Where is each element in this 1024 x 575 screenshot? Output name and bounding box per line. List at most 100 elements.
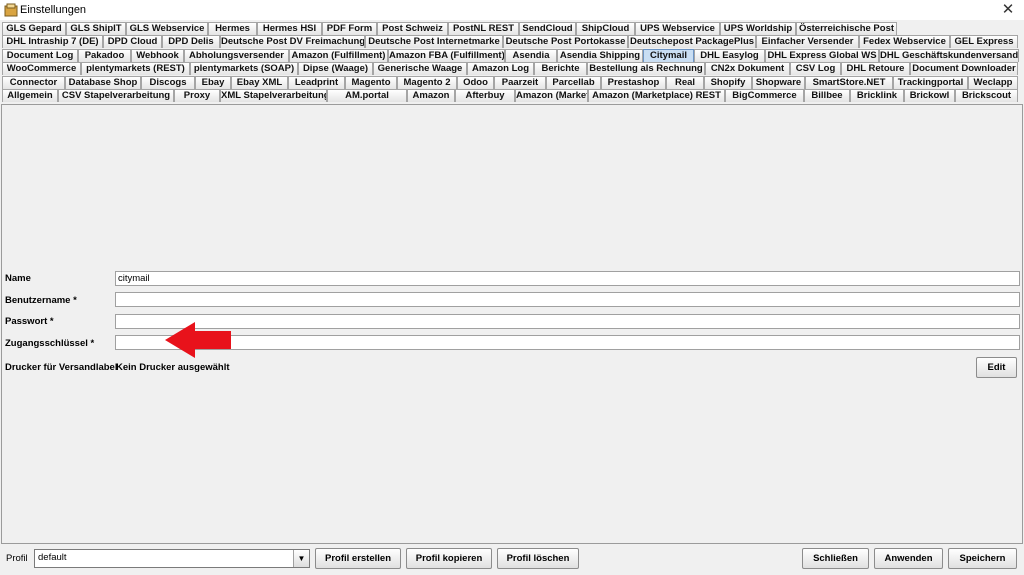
close-window-button[interactable]: ✕ [996, 1, 1020, 19]
save-button[interactable]: Speichern [948, 548, 1017, 569]
tab-leadprint[interactable]: Leadprint [288, 76, 345, 89]
tab-bigcommerce[interactable]: BigCommerce [725, 89, 804, 102]
tab-parcellab[interactable]: Parcellab [546, 76, 601, 89]
tab-trackingportal[interactable]: Trackingportal [893, 76, 968, 89]
tab-pakadoo[interactable]: Pakadoo [78, 49, 131, 62]
tab-asendia[interactable]: Asendia [505, 49, 557, 62]
tab-deutsche-post-portokasse[interactable]: Deutsche Post Portokasse [503, 35, 628, 48]
copy-profile-button[interactable]: Profil kopieren [406, 548, 492, 569]
tab-asendia-shipping[interactable]: Asendia Shipping [557, 49, 643, 62]
chevron-down-icon[interactable]: ▼ [293, 550, 309, 567]
tab-woocommerce[interactable]: WooCommerce [2, 62, 81, 75]
tab-afterbuy[interactable]: Afterbuy [455, 89, 515, 102]
red-arrow-annotation [165, 322, 231, 358]
tab-amazon-fulfillment-[interactable]: Amazon (Fulfillment) [289, 49, 388, 62]
tab-real[interactable]: Real [666, 76, 704, 89]
tab-dhl-easylog[interactable]: DHL Easylog [694, 49, 765, 62]
tab-shopware[interactable]: Shopware [752, 76, 805, 89]
tab-odoo[interactable]: Odoo [457, 76, 494, 89]
tab-ups-webservice[interactable]: UPS Webservice [635, 22, 720, 35]
tab-ups-worldship[interactable]: UPS Worldship [720, 22, 796, 35]
tab-plentymarkets-soap-[interactable]: plentymarkets (SOAP) [190, 62, 298, 75]
tab-deutsche-post-dv-freimachung[interactable]: Deutsche Post DV Freimachung [220, 35, 365, 48]
create-profile-button[interactable]: Profil erstellen [315, 548, 401, 569]
tab-gls-webservice[interactable]: GLS Webservice [126, 22, 208, 35]
tab-document-downloader[interactable]: Document Downloader [910, 62, 1018, 75]
tab-hermes[interactable]: Hermes [208, 22, 257, 35]
password-field[interactable] [115, 314, 1020, 329]
tab-shipcloud[interactable]: ShipCloud [576, 22, 635, 35]
tab-amazon-marketplace-rest[interactable]: Amazon (Marketplace) REST [588, 89, 725, 102]
tab-abholungsversender[interactable]: Abholungsversender [184, 49, 289, 62]
tab-document-log[interactable]: Document Log [2, 49, 78, 62]
tab-dpd-cloud[interactable]: DPD Cloud [103, 35, 162, 48]
tab-berichte[interactable]: Berichte [534, 62, 587, 75]
tab-csv-log[interactable]: CSV Log [790, 62, 841, 75]
tab-citymail[interactable]: Citymail [643, 49, 694, 62]
tab-webhook[interactable]: Webhook [131, 49, 184, 62]
tab-amazon-marketplace-[interactable]: Amazon (Marketplace) [515, 89, 588, 102]
name-label: Name [5, 273, 31, 284]
tab-dhl-express-global-ws[interactable]: DHL Express Global WS [765, 49, 879, 62]
tab-database-shop[interactable]: Database Shop [65, 76, 141, 89]
tab-dhl-retoure[interactable]: DHL Retoure [841, 62, 910, 75]
tab-discogs[interactable]: Discogs [141, 76, 195, 89]
tab-smartstore-net[interactable]: SmartStore.NET [805, 76, 893, 89]
tab-bestellung-als-rechnung[interactable]: Bestellung als Rechnung [587, 62, 705, 75]
tab-amazon-fba-fulfillment-[interactable]: Amazon FBA (Fulfillment) [388, 49, 505, 62]
tab-dpd-delis[interactable]: DPD Delis [162, 35, 220, 48]
tab-post-schweiz[interactable]: Post Schweiz [377, 22, 448, 35]
tab-shopify[interactable]: Shopify [704, 76, 752, 89]
profile-value: default [38, 552, 67, 563]
tab-brickowl[interactable]: Brickowl [904, 89, 955, 102]
tab-row: DHL Intraship 7 (DE) DPD Cloud DPD Delis De… [0, 35, 1024, 49]
tab-row: GLS Gepard GLS ShipIT GLS Webservice Hermes… [0, 22, 1024, 36]
tab-connector[interactable]: Connector [2, 76, 65, 89]
delete-profile-button[interactable]: Profil löschen [497, 548, 579, 569]
profile-select[interactable]: default ▼ [34, 549, 310, 568]
tab-dhl-geschäftskundenversand[interactable]: DHL Geschäftskundenversand [879, 49, 1019, 62]
tab-generische-waage[interactable]: Generische Waage [373, 62, 467, 75]
tab-prestashop[interactable]: Prestashop [601, 76, 666, 89]
tab-ebay-xml[interactable]: Ebay XML [231, 76, 288, 89]
tab-hermes-hsi[interactable]: Hermes HSI [257, 22, 322, 35]
tab-gel-express[interactable]: GEL Express [950, 35, 1018, 48]
tab-cn2x-dokument[interactable]: CN2x Dokument [705, 62, 790, 75]
window-title: Einstellungen [20, 4, 87, 16]
tab-deutschepost-packageplus[interactable]: Deutschepost PackagePlus [628, 35, 756, 48]
tab-brickscout[interactable]: Brickscout [955, 89, 1018, 102]
username-label: Benutzername * [5, 295, 77, 306]
apply-button[interactable]: Anwenden [874, 548, 943, 569]
tab-dhl-intraship-7-de-[interactable]: DHL Intraship 7 (DE) [2, 35, 103, 48]
tab-csv-stapelverarbeitung[interactable]: CSV Stapelverarbeitung [58, 89, 174, 102]
edit-printer-button[interactable]: Edit [976, 357, 1017, 378]
tab-fedex-webservice[interactable]: Fedex Webservice [859, 35, 950, 48]
tab-ebay[interactable]: Ebay [195, 76, 231, 89]
tab-pdf-form[interactable]: PDF Form [322, 22, 377, 35]
tab-amazon-log[interactable]: Amazon Log [467, 62, 534, 75]
username-field[interactable] [115, 292, 1020, 307]
tab-am-portal[interactable]: AM.portal [327, 89, 407, 102]
close-button[interactable]: Schließen [802, 548, 869, 569]
name-field[interactable]: citymail [115, 271, 1020, 286]
tab-dipse-waage-[interactable]: Dipse (Waage) [298, 62, 373, 75]
tab-gls-shipit[interactable]: GLS ShipIT [66, 22, 126, 35]
tab-amazon[interactable]: Amazon [407, 89, 455, 102]
tab-plentymarkets-rest-[interactable]: plentymarkets (REST) [81, 62, 190, 75]
tab-magento[interactable]: Magento [345, 76, 397, 89]
tab-bricklink[interactable]: Bricklink [850, 89, 904, 102]
tab-xml-stapelverarbeitung[interactable]: XML Stapelverarbeitung [220, 89, 327, 102]
tab-deutsche-post-internetmarke[interactable]: Deutsche Post Internetmarke [365, 35, 503, 48]
tab-österreichische-post[interactable]: Österreichische Post [796, 22, 897, 35]
tab-weclapp[interactable]: Weclapp [968, 76, 1018, 89]
tab-proxy[interactable]: Proxy [174, 89, 220, 102]
tab-gls-gepard[interactable]: GLS Gepard [2, 22, 66, 35]
tab-allgemein[interactable]: Allgemein [2, 89, 58, 102]
tab-billbee[interactable]: Billbee [804, 89, 850, 102]
tab-postnl-rest[interactable]: PostNL REST [448, 22, 519, 35]
tab-magento-2[interactable]: Magento 2 [397, 76, 457, 89]
tab-einfacher-versender[interactable]: Einfacher Versender [756, 35, 859, 48]
access-key-field[interactable] [115, 335, 1020, 350]
tab-paarzeit[interactable]: Paarzeit [494, 76, 546, 89]
tab-sendcloud[interactable]: SendCloud [519, 22, 576, 35]
